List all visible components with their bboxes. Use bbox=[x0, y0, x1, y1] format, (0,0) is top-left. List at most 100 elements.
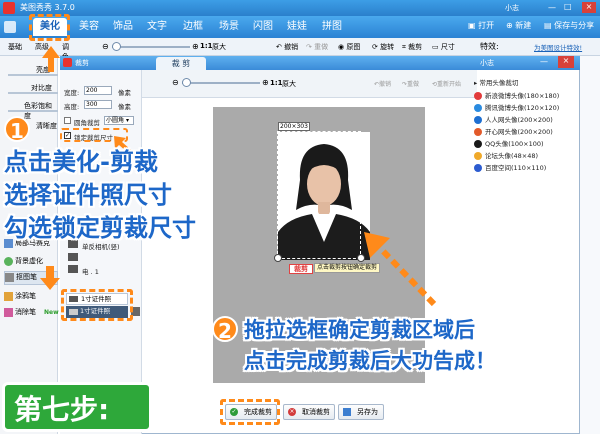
tab-collage[interactable]: 拼图 bbox=[315, 18, 349, 36]
height-input[interactable]: 300 bbox=[84, 100, 112, 109]
id-photo-icon bbox=[68, 265, 78, 273]
tab-doll[interactable]: 娃娃 bbox=[280, 18, 314, 36]
app-title: 美图秀秀 3.7.0 bbox=[20, 3, 75, 12]
contrast-slider[interactable] bbox=[8, 92, 58, 94]
avatar-item-baidu[interactable]: 百度空间(110×110) bbox=[474, 162, 546, 172]
dashed-arrow-icon bbox=[364, 232, 437, 307]
close-icon[interactable]: × bbox=[582, 2, 596, 13]
saturation-slider[interactable] bbox=[8, 110, 58, 112]
tab-accessory[interactable]: 饰品 bbox=[106, 18, 140, 36]
step1-number-badge: 1 bbox=[4, 116, 30, 143]
dialog-minimize-icon[interactable]: — bbox=[540, 57, 548, 66]
rotate-icon: ⟳ bbox=[372, 43, 381, 51]
rotate-button[interactable]: ⟳ 旋转 bbox=[372, 42, 394, 52]
preset-header-row: ▸ 常用头像裁切 bbox=[474, 77, 578, 87]
dialog-original-size[interactable]: 原大 bbox=[282, 79, 296, 89]
crop-dialog-header: 裁剪 裁 剪 小志 — × bbox=[60, 56, 580, 70]
avatar-item-sina[interactable]: 新浪微博头像(180×180) bbox=[474, 90, 559, 100]
dialog-undo-button[interactable]: ↶撤销 bbox=[374, 79, 391, 88]
zoom-in-icon[interactable]: ⊕ bbox=[192, 42, 199, 51]
redo-icon: ↷ bbox=[306, 43, 315, 51]
zoom-slider-handle[interactable] bbox=[112, 42, 121, 51]
redo-button[interactable]: ↷ 重做 bbox=[306, 42, 328, 52]
tab-flash[interactable]: 闪图 bbox=[246, 18, 280, 36]
maximize-icon[interactable]: □ bbox=[564, 2, 576, 12]
highlight-id-presets bbox=[61, 289, 133, 321]
dialog-user[interactable]: 小志 bbox=[480, 58, 494, 68]
new-button[interactable]: ⊕ 新建 bbox=[506, 20, 531, 31]
round-corner-label: 圆角裁剪 bbox=[74, 119, 100, 127]
step2-line2: 点击完成剪裁后大功告成！ bbox=[244, 349, 496, 373]
special-effects-label: 特效: bbox=[480, 42, 499, 51]
original-size-label[interactable]: 原大 bbox=[212, 42, 226, 52]
tab-cosmetic[interactable]: 美容 bbox=[72, 18, 106, 36]
pen-icon bbox=[4, 291, 13, 301]
tab-text[interactable]: 文字 bbox=[140, 18, 174, 36]
tab-scene[interactable]: 场景 bbox=[212, 18, 246, 36]
dialog-zoom-in-icon[interactable]: ⊕ bbox=[262, 78, 269, 87]
round-corner-select[interactable]: 小圆角 ▾ bbox=[104, 116, 134, 125]
height-unit: 像素 bbox=[118, 103, 131, 111]
crop-tab[interactable]: 裁 剪 bbox=[156, 57, 206, 70]
id-photo-icon bbox=[68, 253, 78, 261]
dialog-redo-button[interactable]: ↷重做 bbox=[402, 79, 419, 88]
crop-size-label: 200×303 bbox=[278, 122, 310, 131]
dialog-zoom-slider[interactable] bbox=[182, 82, 260, 84]
avatar-item-kaixin[interactable]: 开心网头像(200×200) bbox=[474, 126, 553, 136]
vote-effects-link[interactable]: 为美图设计特效! bbox=[534, 42, 582, 52]
left-panel: 基础 高级 调色 亮度 对比度 色彩饱和度 清晰度 局部马赛克 背景虚化 抠图笔… bbox=[0, 43, 69, 434]
dialog-reset-button[interactable]: ⟲重新开始 bbox=[432, 79, 461, 88]
crop-selection-box[interactable] bbox=[277, 131, 361, 259]
tab-frame[interactable]: 边框 bbox=[176, 18, 210, 36]
size-button[interactable]: ▭ 尺寸 bbox=[432, 42, 455, 52]
highlight-finish-crop bbox=[220, 399, 280, 425]
avatar-list-header: 常用头像裁切 bbox=[479, 79, 519, 87]
minimize-icon[interactable]: — bbox=[548, 3, 560, 13]
crop-handle-bl[interactable] bbox=[274, 254, 282, 262]
title-bar: 美图秀秀 3.7.0 小志 — □ × bbox=[0, 0, 600, 16]
brightness-slider[interactable] bbox=[8, 74, 58, 76]
renren-icon bbox=[474, 116, 482, 124]
open-button[interactable]: ▣ 打开 bbox=[468, 20, 494, 31]
user-name[interactable]: 小志 bbox=[505, 3, 519, 13]
save-icon: ▤ bbox=[544, 21, 555, 30]
avatar-item-renren[interactable]: 人人网头像(200×200) bbox=[474, 114, 553, 124]
dialog-zoom-slider-handle[interactable] bbox=[182, 78, 191, 87]
step2-number-badge: 2 bbox=[212, 316, 238, 343]
kaixin-icon bbox=[474, 128, 482, 136]
avatar-item-forum[interactable]: 论坛头像(48×48) bbox=[474, 150, 538, 160]
zoom-out-icon[interactable]: ⊖ bbox=[102, 42, 109, 51]
dialog-close-icon[interactable]: × bbox=[558, 56, 574, 68]
zoom-slider[interactable] bbox=[112, 46, 190, 48]
arrow-down-icon bbox=[40, 266, 60, 290]
avatar-item-tencent[interactable]: 腾讯微博头像(120×120) bbox=[474, 102, 559, 112]
undo-button[interactable]: ↶ 撤销 bbox=[276, 42, 298, 52]
width-input[interactable]: 200 bbox=[84, 86, 112, 95]
cancel-crop-button[interactable]: × 取消裁剪 bbox=[283, 404, 335, 420]
save-as-button[interactable]: 另存为 bbox=[338, 404, 384, 420]
dialog-zoom-ratio[interactable]: 1:1 bbox=[270, 79, 283, 87]
eraser-icon bbox=[4, 307, 13, 317]
crop-dialog-toolbar: ⊖ ⊕ 1:1 原大 ↶撤销 ↷重做 ⟲重新开始 bbox=[142, 70, 477, 98]
step2-line1: 拖拉选框确定剪裁区域后 bbox=[244, 318, 475, 342]
tab-basic[interactable]: 基础 bbox=[8, 42, 22, 52]
avatar-item-qq[interactable]: QQ头像(100×100) bbox=[474, 138, 544, 148]
home-icon[interactable] bbox=[4, 21, 16, 33]
plus-icon: ⊕ bbox=[506, 21, 516, 30]
save-share-button[interactable]: ▤ 保存与分享 bbox=[544, 20, 594, 31]
sina-weibo-icon bbox=[474, 92, 482, 100]
folder-icon: ▣ bbox=[468, 21, 479, 30]
tool-doodle-pen[interactable]: 涂鸦笔 bbox=[4, 291, 58, 305]
crop-confirm-button[interactable]: 裁剪 bbox=[289, 264, 313, 274]
original-image-button[interactable]: ◉ 原图 bbox=[338, 42, 360, 52]
step1-line3: 勾选锁定剪裁尺寸 bbox=[4, 214, 196, 242]
main-tab-bar: 美化 美容 饰品 文字 边框 场景 闪图 娃娃 拼图 ▣ 打开 ⊕ 新建 ▤ 保… bbox=[0, 16, 600, 38]
height-label: 高度: bbox=[64, 103, 80, 111]
zoom-ratio[interactable]: 1:1 bbox=[200, 42, 213, 50]
undo-icon: ↶ bbox=[276, 43, 285, 51]
dialog-zoom-out-icon[interactable]: ⊖ bbox=[172, 78, 179, 87]
step1-line2: 选择证件照尺寸 bbox=[4, 181, 172, 209]
chevron-down-icon: ▾ bbox=[125, 117, 129, 124]
round-corner-checkbox[interactable] bbox=[64, 117, 71, 124]
crop-toolbar-button[interactable]: ⌗ 裁剪 bbox=[402, 42, 422, 52]
